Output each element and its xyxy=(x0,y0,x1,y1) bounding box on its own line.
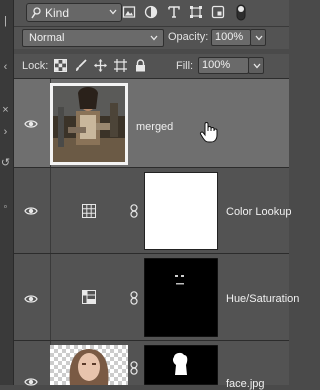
filter-toggle-icon[interactable] xyxy=(236,4,246,21)
chevron-down-icon xyxy=(150,35,158,41)
layer-name[interactable]: Color Lookup xyxy=(226,206,291,218)
tool-strip: | ‹ × › ↺ ◦ xyxy=(0,0,14,385)
layer-thumbnail xyxy=(50,83,128,165)
opacity-field[interactable]: 100% xyxy=(211,29,251,46)
filter-kind-select[interactable]: Kind xyxy=(26,3,122,22)
tool-strip-item[interactable]: × xyxy=(0,103,11,117)
shape-filter-icon[interactable] xyxy=(189,5,203,19)
chevron-down-icon xyxy=(109,9,117,15)
blend-opacity-row: Normal Opacity: 100% xyxy=(14,27,289,49)
lock-label: Lock: xyxy=(22,60,49,72)
layer-row-hue-saturation[interactable]: Hue/Saturation xyxy=(14,254,299,341)
search-icon xyxy=(31,7,41,19)
mask-link-icon[interactable] xyxy=(130,291,138,305)
layer-thumbnail xyxy=(50,345,128,385)
fill-field[interactable]: 100% xyxy=(198,57,249,74)
tool-strip-item[interactable]: ‹ xyxy=(0,60,11,74)
mask-link-icon[interactable] xyxy=(130,361,138,375)
type-filter-icon[interactable] xyxy=(167,5,181,19)
fill-label: Fill: xyxy=(176,60,194,72)
fill-slider-button[interactable] xyxy=(248,57,264,74)
tool-strip-item[interactable]: ↺ xyxy=(0,156,11,170)
layer-mask-thumbnail[interactable] xyxy=(144,258,218,337)
lock-all-icon[interactable] xyxy=(134,59,147,72)
layer-mask-thumbnail[interactable] xyxy=(144,345,218,385)
chevron-down-icon xyxy=(253,63,261,69)
layer-name[interactable]: Hue/Saturation xyxy=(226,293,299,305)
lock-fill-row: Lock: Fill: 100% xyxy=(14,54,289,79)
blend-mode-select[interactable]: Normal xyxy=(22,29,164,47)
layer-row-face[interactable]: face.jpg xyxy=(14,341,289,390)
adjustment-filter-icon[interactable] xyxy=(144,5,158,19)
eye-icon[interactable] xyxy=(24,206,38,216)
tool-strip-item[interactable]: ◦ xyxy=(0,200,11,214)
hue-saturation-icon xyxy=(82,290,96,304)
eye-icon[interactable] xyxy=(24,377,38,387)
lock-image-pixels-icon[interactable] xyxy=(74,59,87,72)
eye-icon[interactable] xyxy=(24,294,38,304)
lock-artboard-icon[interactable] xyxy=(114,59,127,72)
tool-strip-item[interactable]: › xyxy=(0,125,11,139)
chevron-down-icon xyxy=(255,35,263,41)
filter-kind-label: Kind xyxy=(45,6,70,20)
blend-mode-value: Normal xyxy=(29,32,65,44)
lock-position-icon[interactable] xyxy=(94,59,107,72)
layer-filter-bar: Kind xyxy=(14,0,289,27)
lock-transparent-pixels-icon[interactable] xyxy=(54,59,67,72)
smart-object-filter-icon[interactable] xyxy=(211,5,225,19)
layer-mask-thumbnail[interactable] xyxy=(144,172,218,250)
layer-divider xyxy=(50,254,51,340)
tool-strip-item[interactable]: | xyxy=(0,14,11,28)
layer-divider xyxy=(50,168,51,253)
layer-name[interactable]: face.jpg xyxy=(226,378,265,390)
layer-row-merged[interactable]: merged xyxy=(14,79,289,168)
hand-cursor-icon xyxy=(199,122,218,143)
opacity-slider-button[interactable] xyxy=(250,29,266,46)
image-filter-icon[interactable] xyxy=(122,5,136,19)
mask-link-icon[interactable] xyxy=(130,204,138,218)
layer-name[interactable]: merged xyxy=(136,121,173,133)
eye-icon[interactable] xyxy=(24,119,38,129)
opacity-label: Opacity: xyxy=(168,31,209,43)
layer-row-color-lookup[interactable]: Color Lookup xyxy=(14,168,291,254)
color-lookup-icon xyxy=(82,204,96,218)
